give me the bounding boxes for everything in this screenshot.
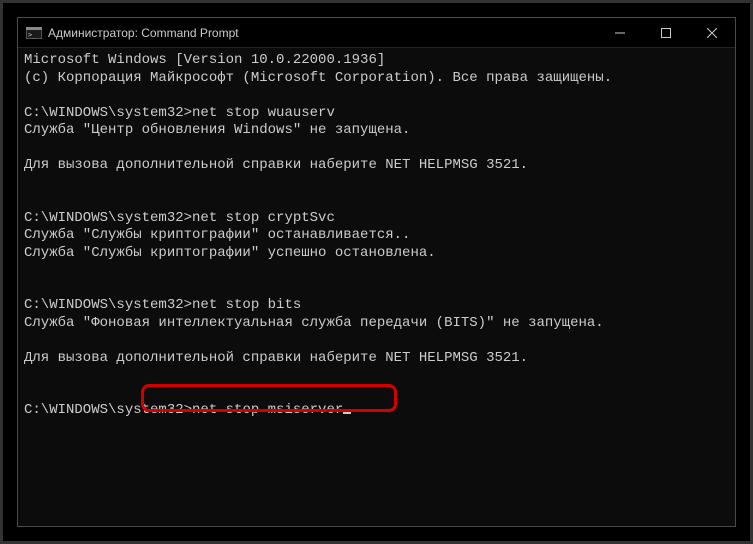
titlebar-left: >_ Администратор: Command Prompt (18, 26, 597, 40)
terminal-output-line: Служба "Службы криптографии" успешно ост… (24, 245, 729, 263)
window-controls (597, 18, 735, 47)
window-title: Администратор: Command Prompt (48, 26, 239, 40)
terminal-output-line: Microsoft Windows [Version 10.0.22000.19… (24, 52, 729, 70)
terminal-output-line (24, 87, 729, 105)
terminal-input[interactable]: net stop msiserver (192, 402, 343, 418)
terminal-output-line: Для вызова дополнительной справки набери… (24, 350, 729, 368)
terminal-output-line: Служба "Фоновая интеллектуальная служба … (24, 315, 729, 333)
command-prompt-window: >_ Администратор: Command Prompt (17, 17, 736, 527)
terminal-output-line (24, 367, 729, 385)
titlebar[interactable]: >_ Администратор: Command Prompt (18, 18, 735, 48)
terminal-output-line: C:\WINDOWS\system32>net stop bits (24, 297, 729, 315)
terminal-current-line[interactable]: C:\WINDOWS\system32>net stop msiserver (24, 402, 729, 420)
terminal-output-line: C:\WINDOWS\system32>net stop wuauserv (24, 105, 729, 123)
maximize-button[interactable] (643, 18, 689, 47)
terminal-output-line: Для вызова дополнительной справки набери… (24, 157, 729, 175)
cursor-icon (343, 411, 351, 414)
close-button[interactable] (689, 18, 735, 47)
terminal-output-line (24, 262, 729, 280)
screenshot-frame: >_ Администратор: Command Prompt (0, 0, 753, 544)
terminal-output-line: Служба "Службы криптографии" останавлива… (24, 227, 729, 245)
terminal-output-line (24, 175, 729, 193)
terminal-output-line (24, 192, 729, 210)
terminal-output-line (24, 385, 729, 403)
terminal-output-line (24, 332, 729, 350)
terminal-output-line: C:\WINDOWS\system32>net stop cryptSvc (24, 210, 729, 228)
terminal-output-line (24, 280, 729, 298)
terminal-prompt: C:\WINDOWS\system32> (24, 402, 192, 418)
terminal-output-line: (c) Корпорация Майкрософт (Microsoft Cor… (24, 70, 729, 88)
minimize-button[interactable] (597, 18, 643, 47)
terminal-output-line: Служба "Центр обновления Windows" не зап… (24, 122, 729, 140)
terminal-area[interactable]: Microsoft Windows [Version 10.0.22000.19… (18, 48, 735, 526)
cmd-icon: >_ (26, 26, 42, 40)
terminal-output-line (24, 140, 729, 158)
svg-text:>_: >_ (28, 31, 37, 39)
